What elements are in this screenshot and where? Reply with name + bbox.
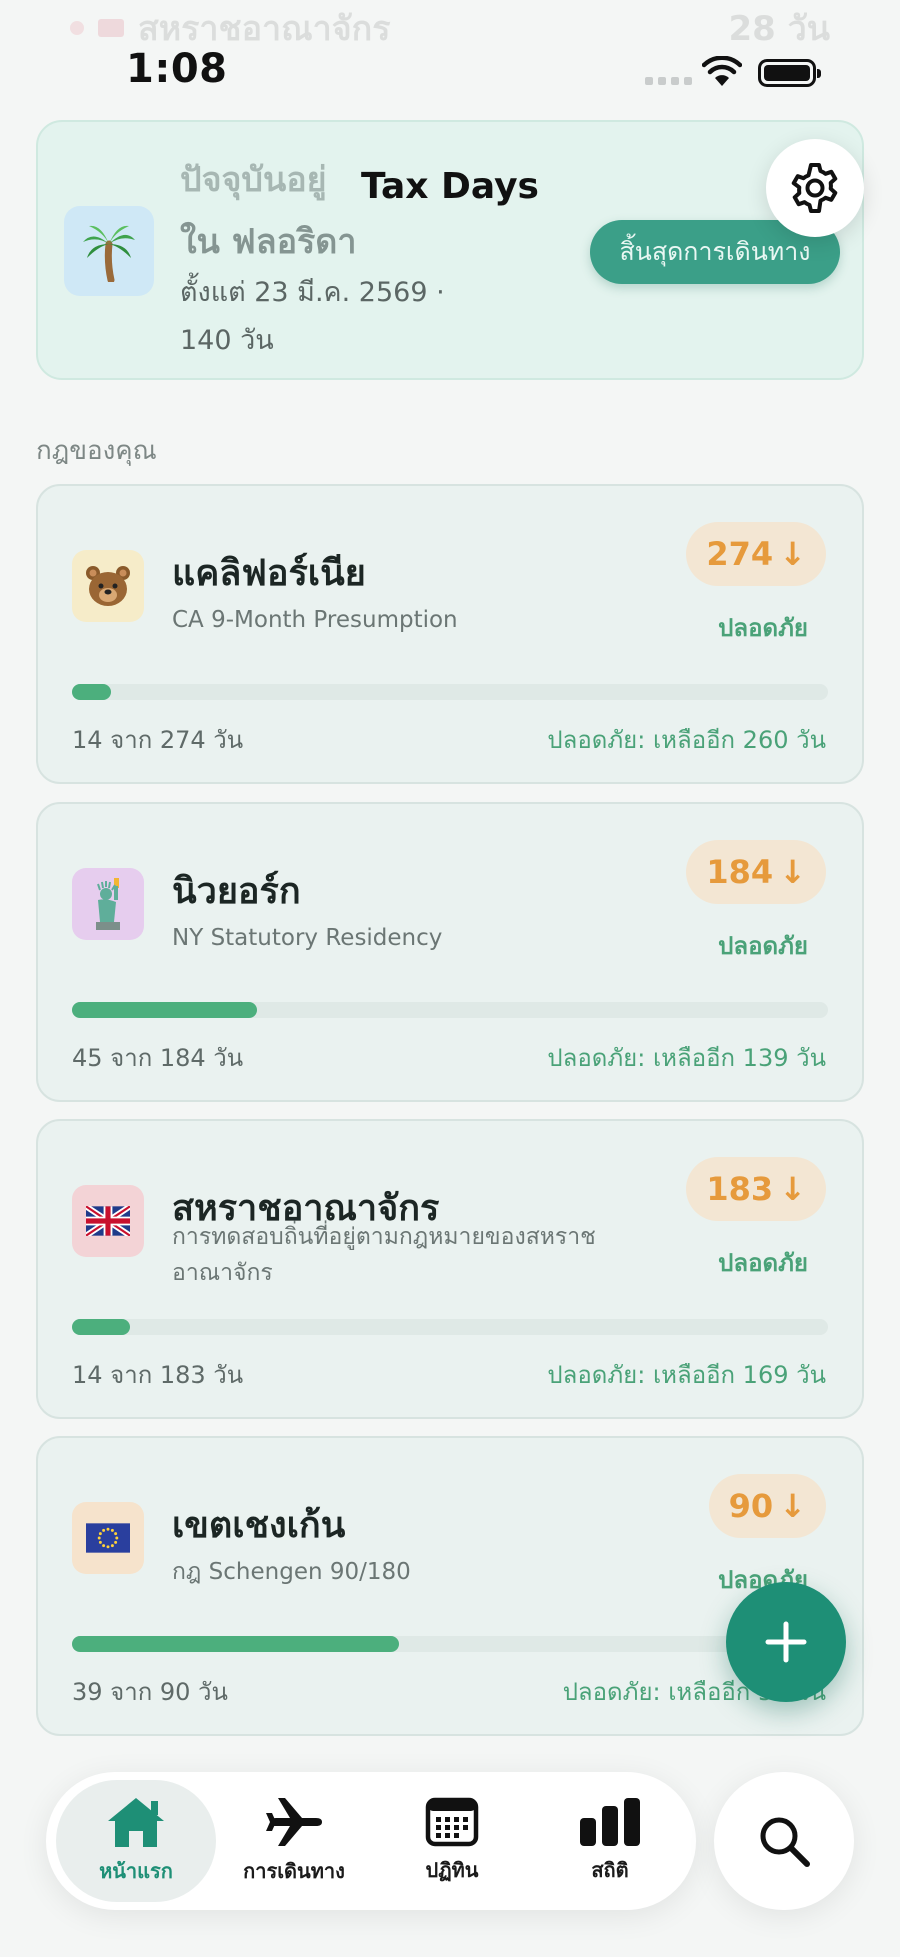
limit-badge: 184 ↓: [686, 840, 826, 904]
rule-card-new-york[interactable]: นิวยอร์ก NY Statutory Residency 184 ↓ ปล…: [36, 802, 864, 1102]
tab-label: ปฏิทิน: [425, 1858, 479, 1882]
limit-badge: 183 ↓: [686, 1157, 826, 1221]
limit-value: 184: [706, 853, 774, 891]
airplane-icon: [266, 1798, 322, 1846]
progress-bar: [72, 684, 828, 700]
wifi-icon: [702, 56, 742, 86]
add-rule-button[interactable]: [726, 1582, 846, 1702]
limit-value: 183: [706, 1170, 774, 1208]
gear-icon: [791, 163, 838, 213]
limit-badge: 274 ↓: [686, 522, 826, 586]
days-used: 39 จาก 90 วัน: [72, 1678, 228, 1706]
settings-button[interactable]: [766, 139, 864, 237]
limit-value: 274: [706, 535, 774, 573]
days-remaining: ปลอดภัย: เหลืออีก 260 วัน: [547, 726, 826, 754]
tab-label: สถิติ: [591, 1858, 629, 1882]
cellular-signal-icon: [645, 77, 692, 85]
progress-bar: [72, 1002, 828, 1018]
eu-flag-icon: [72, 1502, 144, 1574]
rule-subtitle: CA 9-Month Presumption: [172, 607, 458, 633]
arrow-down-icon: ↓: [779, 1170, 806, 1208]
status-label: ปลอดภัย: [718, 932, 808, 960]
progress-fill: [72, 1002, 258, 1018]
days-used: 45 จาก 184 วัน: [72, 1044, 244, 1072]
status-bar: 1:08: [0, 0, 900, 120]
rule-card-schengen[interactable]: เขตเชงเก้น กฎ Schengen 90/180 90 ↓ ปลอดภ…: [36, 1436, 864, 1736]
current-place: ใน ฟลอริดา: [180, 222, 357, 262]
days-used: 14 จาก 183 วัน: [72, 1361, 244, 1389]
statue-of-liberty-icon: [72, 868, 144, 940]
tab-calendar[interactable]: ปฏิทิน: [372, 1780, 532, 1902]
limit-badge: 90 ↓: [708, 1474, 826, 1538]
app-title: Tax Days: [361, 166, 539, 207]
search-icon: [760, 1817, 810, 1867]
bar-chart-icon: [580, 1798, 640, 1846]
since-date: ตั้งแต่ 23 มี.ค. 2569 ·: [180, 277, 445, 308]
calendar-icon: [425, 1797, 479, 1847]
tab-label: การเดินทาง: [243, 1859, 345, 1883]
uk-flag-icon: [72, 1185, 144, 1257]
progress-fill: [72, 684, 111, 700]
tab-trips[interactable]: การเดินทาง: [214, 1780, 374, 1902]
days-remaining: ปลอดภัย: เหลืออีก 139 วัน: [547, 1044, 826, 1072]
search-button[interactable]: [714, 1772, 854, 1910]
rule-subtitle: กฎ Schengen 90/180: [172, 1559, 411, 1585]
arrow-down-icon: ↓: [779, 853, 806, 891]
status-time: 1:08: [126, 46, 228, 92]
palm-tree-icon: [64, 206, 154, 296]
arrow-down-icon: ↓: [779, 1487, 806, 1525]
status-label: ปลอดภัย: [718, 614, 808, 642]
rule-title: เขตเชงเก้น: [172, 1505, 346, 1546]
progress-fill: [72, 1636, 400, 1652]
section-label-rules: กฎของคุณ: [36, 436, 157, 466]
plus-icon: [765, 1621, 807, 1663]
tab-home[interactable]: หน้าแรก: [56, 1780, 216, 1902]
rule-title: แคลิฟอร์เนีย: [172, 553, 366, 594]
tab-stats[interactable]: สถิติ: [530, 1780, 690, 1902]
progress-fill: [72, 1319, 131, 1335]
bear-icon: [72, 550, 144, 622]
tab-bar: หน้าแรก การเดินทาง ปฏิทิน สถิติ: [46, 1772, 696, 1910]
days-remaining: ปลอดภัย: เหลืออีก 169 วัน: [547, 1361, 826, 1389]
battery-icon: [758, 59, 821, 87]
progress-bar: [72, 1636, 828, 1652]
current-location-card[interactable]: ปัจจุบันอยู่ ใน ฟลอริดา ตั้งแต่ 23 มี.ค.…: [36, 120, 864, 380]
rule-subtitle: การทดสอบถิ่นที่อยู่ตามกฎหมายของสหราชอาณา…: [172, 1224, 596, 1286]
rule-card-california[interactable]: แคลิฟอร์เนีย CA 9-Month Presumption 274 …: [36, 484, 864, 784]
limit-value: 90: [728, 1487, 774, 1525]
rule-title: นิวยอร์ก: [172, 871, 301, 912]
arrow-down-icon: ↓: [779, 535, 806, 573]
rule-subtitle: NY Statutory Residency: [172, 925, 443, 951]
rule-card-united-kingdom[interactable]: สหราชอาณาจักร การทดสอบถิ่นที่อยู่ตามกฎหม…: [36, 1119, 864, 1419]
progress-bar: [72, 1319, 828, 1335]
status-label: ปลอดภัย: [718, 1249, 808, 1277]
home-icon: [108, 1798, 164, 1847]
tab-label: หน้าแรก: [99, 1859, 173, 1883]
days-used: 14 จาก 274 วัน: [72, 726, 244, 754]
days-count: 140 วัน: [180, 325, 274, 356]
